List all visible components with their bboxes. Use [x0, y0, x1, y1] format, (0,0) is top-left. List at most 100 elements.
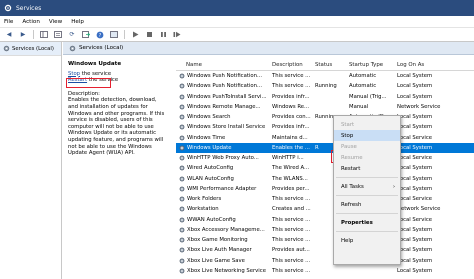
table-row[interactable]: Windows Update Enables the ... R Local Syst…	[176, 142, 474, 153]
service-gear-icon	[179, 104, 185, 110]
cell-name-text: Windows Store Install Service	[187, 124, 266, 131]
cell-log-on-as: Local System	[397, 114, 433, 121]
panel-header: Services (Local)	[63, 42, 474, 55]
context-menu-refresh[interactable]: Refresh	[334, 199, 400, 210]
table-row[interactable]: WMI Performance Adapter Provides per... Lo…	[176, 184, 474, 194]
stop-service-link[interactable]: Stop	[68, 71, 80, 77]
menu-action[interactable]: Action	[22, 19, 40, 25]
menu-help[interactable]: Help	[71, 19, 84, 25]
table-row[interactable]: Windows TimeMaintains d...Manual (Trig..…	[176, 133, 474, 143]
table-row[interactable]: Work Folders This service ... Local Servic…	[176, 194, 474, 204]
context-menu-properties[interactable]: Properties	[334, 217, 400, 228]
menu-separator	[336, 231, 398, 232]
service-gear-icon	[179, 217, 185, 223]
menu-file[interactable]: File	[4, 19, 13, 25]
table-row[interactable]: Xbox Accessory Manageme... This service .…	[176, 225, 474, 235]
context-menu-help[interactable]: Help	[334, 235, 400, 246]
cell-description: This service ...	[272, 216, 311, 223]
stop-icon[interactable]	[144, 30, 154, 39]
table-row[interactable]: Workstation Creates and ... Network Servic…	[176, 204, 474, 214]
tree-item-services-local[interactable]: Services (Local)	[0, 42, 61, 56]
table-row[interactable]: WWAN AutoConfig This service ... Local Ser…	[176, 215, 474, 225]
forward-icon[interactable]: ▶	[18, 30, 28, 39]
back-icon[interactable]: ◀	[4, 30, 14, 39]
service-gear-icon	[179, 165, 185, 171]
mmc-icon[interactable]	[109, 30, 119, 39]
table-row[interactable]: Windows Store Install Service Provides in…	[176, 122, 474, 132]
table-row[interactable]: Xbox Live Auth Manager Provides aut... Loc…	[176, 245, 474, 255]
context-menu-all-tasks[interactable]: All Tasks ›	[334, 181, 400, 192]
table-row[interactable]: Xbox Live Game Save This service ... Local…	[176, 256, 474, 266]
cell-log-on-as: Local System	[397, 73, 433, 80]
menu-view[interactable]: View	[49, 19, 62, 25]
table-row[interactable]: Windows Push Notification... This service…	[176, 81, 474, 91]
context-menu-start[interactable]: Start	[334, 119, 400, 130]
context-menu-restart[interactable]: Restart	[334, 163, 400, 174]
cell-log-on-as: Local System	[397, 144, 433, 151]
cell-name-text: Xbox Game Monitoring	[187, 237, 248, 244]
service-gear-icon	[179, 145, 185, 151]
service-gear-icon	[179, 155, 185, 161]
cell-log-on-as: Local System	[397, 165, 433, 172]
table-row[interactable]: Windows PushToInstall Servi... Provides i…	[176, 92, 474, 102]
cell-name: WWAN AutoConfig	[176, 217, 272, 223]
column-header-startup-type[interactable]: Startup Type	[349, 62, 397, 68]
context-menu-stop[interactable]: Stop	[334, 130, 400, 141]
window-title: Services	[16, 4, 42, 12]
cell-name: Windows Push Notification...	[176, 73, 272, 79]
table-row[interactable]: Wired AutoConfig The Wired A... Local Syst…	[176, 163, 474, 173]
cell-name: Windows Push Notification...	[176, 83, 272, 89]
table-row[interactable]: Xbox Game Monitoring This service ... Loca…	[176, 235, 474, 245]
pause-icon[interactable]	[158, 30, 168, 39]
service-gear-icon	[179, 237, 185, 243]
play-icon[interactable]	[130, 30, 140, 39]
table-row[interactable]: Windows SearchProvides con...RunningAuto…	[176, 112, 474, 122]
cell-description: This service ...	[272, 237, 311, 244]
column-header-status[interactable]: Status	[315, 62, 349, 68]
selected-service-name: Windows Update	[68, 61, 122, 67]
context-menu-pause[interactable]: Pause	[334, 141, 400, 152]
table-row[interactable]: Xbox Live Networking Service This service…	[176, 266, 474, 276]
refresh-icon[interactable]: ⟳	[67, 30, 77, 39]
column-header-description[interactable]: Description	[272, 62, 315, 68]
cell-name-text: Windows Remote Manage...	[187, 103, 261, 110]
restart-icon[interactable]	[172, 30, 182, 39]
cell-name-text: WWAN AutoConfig	[187, 216, 236, 223]
service-gear-icon	[179, 247, 185, 253]
cell-name-text: Wired AutoConfig	[187, 165, 234, 172]
cell-name: Workstation	[176, 206, 272, 212]
table-row[interactable]: Windows Remote Manage... Windows Re... Man…	[176, 102, 474, 112]
cell-name: Windows Search	[176, 114, 272, 120]
tree-item-label: Services (Local)	[12, 45, 54, 52]
service-gear-icon	[179, 73, 185, 79]
console-tree-icon[interactable]	[39, 30, 49, 39]
export-icon[interactable]	[81, 30, 91, 39]
service-gear-icon	[179, 206, 185, 212]
column-header-name[interactable]: Name	[176, 62, 272, 68]
cell-log-on-as: Local Service	[397, 155, 432, 162]
cell-name-text: Windows Time	[187, 134, 226, 141]
context-menu-resume[interactable]: Resume	[334, 152, 400, 163]
cell-log-on-as: Local System	[397, 83, 433, 90]
cell-name-text: WinHTTP Web Proxy Auto...	[187, 155, 259, 162]
table-row[interactable]: WLAN AutoConfig The WLANS... Local System	[176, 174, 474, 184]
cell-name: Wired AutoConfig	[176, 165, 272, 171]
menu-separator	[336, 213, 398, 214]
cell-description: Provides aut...	[272, 247, 310, 254]
help-icon[interactable]: ?	[95, 30, 105, 39]
table-row[interactable]: WinHTTP Web Proxy Auto... WinHTTP i... Loc…	[176, 153, 474, 163]
cell-description: This service ...	[272, 196, 311, 203]
cell-log-on-as: Local System	[397, 237, 433, 244]
panel-header-title: Services (Local)	[79, 45, 124, 51]
cell-name: Windows Store Install Service	[176, 124, 272, 130]
cell-name: Xbox Live Auth Manager	[176, 247, 272, 253]
column-header-log-on-as[interactable]: Log On As	[397, 62, 474, 68]
table-row[interactable]: Windows Push Notification... This service…	[176, 71, 474, 81]
context-menu: Start Stop Pause Resume Restart All Task…	[333, 115, 401, 265]
cell-log-on-as: Local System	[397, 257, 433, 264]
services-gear-icon	[69, 45, 76, 51]
cell-name-text: Xbox Live Auth Manager	[187, 247, 252, 254]
cell-description: Provides infr...	[272, 93, 310, 100]
cell-name: WinHTTP Web Proxy Auto...	[176, 155, 272, 161]
properties-icon[interactable]	[53, 30, 63, 39]
